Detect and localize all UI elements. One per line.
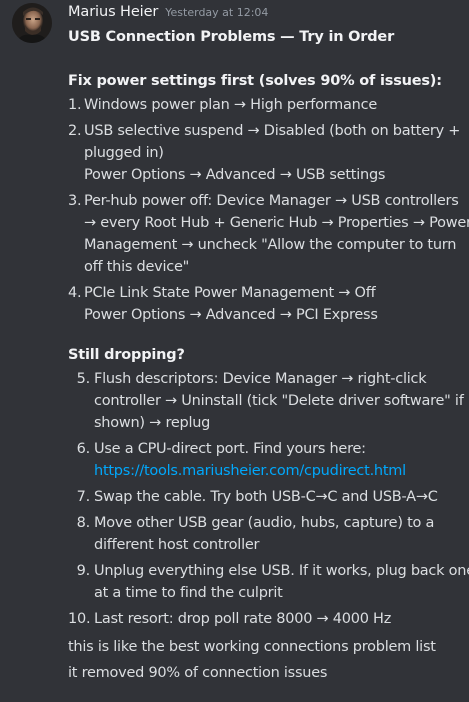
author-name[interactable]: Marius Heier xyxy=(68,4,158,20)
list-item: 10. Last resort: drop poll rate 8000 → 40… xyxy=(68,608,463,630)
list-item-number: 8. xyxy=(76,515,91,531)
message-content: Marius Heier Yesterday at 12:04 USB Conn… xyxy=(68,4,469,686)
list-item-text: Swap the cable. Try both USB-C→C and USB… xyxy=(94,489,438,505)
list-item-number: 4. xyxy=(68,285,82,301)
list-item-text: shown) → replug xyxy=(94,415,211,431)
section-heading-power: Fix power settings first (solves 90% of … xyxy=(68,73,442,89)
list-item-text: controller → Uninstall (tick "Delete dri… xyxy=(94,393,464,409)
chat-message: Marius Heier Yesterday at 12:04 USB Conn… xyxy=(0,0,469,702)
list-item-text: Unplug everything else USB. If it works,… xyxy=(94,563,469,579)
list-item-number: 10. xyxy=(68,611,91,627)
user-avatar[interactable] xyxy=(12,3,52,43)
list-item: 4. PCIe Link State Power Management → Off… xyxy=(68,282,463,326)
list-item-text: Move other USB gear (audio, hubs, captur… xyxy=(94,515,435,531)
list-item-number: 9. xyxy=(76,563,91,579)
list-item-number: 5. xyxy=(76,371,91,387)
message-title: USB Connection Problems — Try in Order xyxy=(68,29,395,45)
list-item: 9. Unplug everything else USB. If it work… xyxy=(68,560,469,604)
list-item: 1. Windows power plan → High performance xyxy=(68,94,463,116)
list-item-text: Power Options → Advanced → PCI Express xyxy=(84,307,378,323)
list-item-text: PCIe Link State Power Management → Off xyxy=(84,285,376,301)
list-item-text: → every Root Hub + Generic Hub → Propert… xyxy=(84,215,469,231)
list-item: 6. Use a CPU-direct port. Find yours here… xyxy=(68,438,463,482)
list-item-text: plugged in) xyxy=(84,145,164,161)
list-item-text: Power Options → Advanced → USB settings xyxy=(84,167,386,183)
list-item-text: Flush descriptors: Device Manager → righ… xyxy=(94,371,427,387)
list-item: 3. Per-hub power off: Device Manager → US… xyxy=(68,190,469,278)
list-item: 5. Flush descriptors: Device Manager → ri… xyxy=(68,368,464,434)
list-item-number: 6. xyxy=(76,441,91,457)
list-item: 8. Move other USB gear (audio, hubs, capt… xyxy=(68,512,463,556)
message-timestamp[interactable]: Yesterday at 12:04 xyxy=(165,6,268,19)
list-item-text: Per-hub power off: Device Manager → USB … xyxy=(84,193,459,209)
list-item-text: Use a CPU-direct port. Find yours here: xyxy=(94,441,366,457)
power-settings-list: 1. Windows power plan → High performance 2… xyxy=(68,94,469,326)
cpudirect-link[interactable]: https://tools.mariusheier.com/cpudirect.… xyxy=(94,460,463,482)
list-item-number: 7. xyxy=(76,489,91,505)
still-dropping-list: 5. Flush descriptors: Device Manager → ri… xyxy=(68,368,469,630)
list-item-text: different host controller xyxy=(94,537,260,553)
followup-message-2: it removed 90% of connection issues xyxy=(68,665,328,681)
list-item-number: 1. xyxy=(68,97,82,113)
section-heading-still-dropping: Still dropping? xyxy=(68,347,185,363)
list-item: 2. USB selective suspend → Disabled (both… xyxy=(68,120,463,186)
list-item-text: at a time to find the culprit xyxy=(94,585,283,601)
followup-message-1: this is like the best working connection… xyxy=(68,639,436,655)
list-item-text: Last resort: drop poll rate 8000 → 4000 … xyxy=(94,611,392,627)
list-item-text: USB selective suspend → Disabled (both o… xyxy=(84,123,461,139)
list-item-text: off this device" xyxy=(84,259,190,275)
list-item-number: 3. xyxy=(68,193,82,209)
list-item-number: 2. xyxy=(68,123,82,139)
list-item-text: Windows power plan → High performance xyxy=(84,97,377,113)
message-header: Marius Heier Yesterday at 12:04 xyxy=(68,4,463,26)
list-item-text: Management → uncheck "Allow the computer… xyxy=(84,237,457,253)
list-item: 7. Swap the cable. Try both USB-C→C and U… xyxy=(68,486,463,508)
